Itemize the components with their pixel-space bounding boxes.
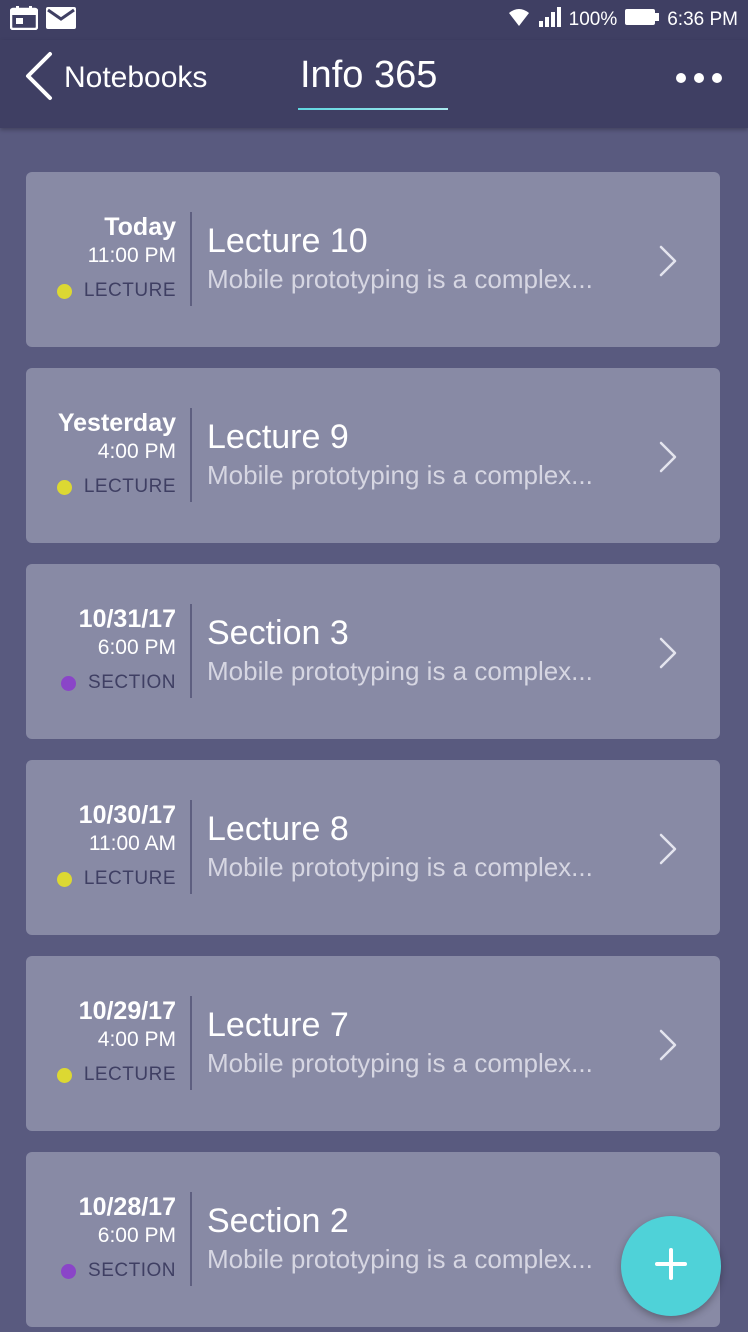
note-type-label: LECTURE — [83, 868, 176, 889]
chevron-right-icon — [658, 1028, 678, 1067]
note-title: Lecture 9 — [207, 418, 349, 456]
status-bar: 100% 6:36 PM — [0, 0, 748, 40]
note-time: 6:00 PM — [97, 1224, 176, 1247]
status-time: 6:36 PM — [667, 9, 738, 30]
note-card[interactable]: Today 11:00 PM LECTURE Lecture 10 Mobile… — [26, 172, 720, 347]
chevron-right-icon — [658, 832, 678, 871]
lecture-dot — [56, 871, 72, 887]
signal-icon — [538, 7, 561, 33]
battery-text: 100% — [568, 9, 618, 30]
note-type-label: LECTURE — [83, 1064, 176, 1085]
more-button[interactable] — [676, 68, 722, 88]
note-date: 10/31/17 — [78, 605, 176, 633]
note-date: 10/30/17 — [78, 801, 176, 829]
card-divider — [190, 604, 192, 698]
lecture-dot — [56, 479, 72, 495]
note-card[interactable]: 10/30/17 11:00 AM LECTURE Lecture 8 Mobi… — [26, 760, 720, 935]
note-date: 10/29/17 — [78, 997, 176, 1025]
note-meta: 10/28/17 6:00 PM SECTION — [26, 1192, 176, 1286]
note-content: Lecture 8 Mobile prototyping is a comple… — [207, 808, 647, 884]
app-header: Notebooks Info 365 — [0, 40, 748, 128]
note-type: SECTION — [26, 672, 176, 694]
lecture-dot — [56, 1067, 72, 1083]
note-type-label: SECTION — [88, 1260, 176, 1281]
mail-icon — [46, 6, 76, 34]
note-preview: Mobile prototyping is a complex... — [207, 656, 593, 686]
wifi-icon — [507, 7, 531, 33]
note-type: SECTION — [26, 1260, 176, 1282]
note-date: Today — [104, 213, 176, 241]
note-title: Lecture 7 — [207, 1006, 349, 1044]
battery-icon — [625, 8, 660, 32]
note-meta: Yesterday 4:00 PM LECTURE — [26, 408, 176, 502]
note-title: Section 2 — [207, 1202, 349, 1240]
add-note-button[interactable] — [621, 1216, 721, 1316]
chevron-right-icon — [658, 244, 678, 283]
note-date: 10/28/17 — [78, 1193, 176, 1221]
note-type-label: LECTURE — [83, 476, 176, 497]
note-meta: 10/29/17 4:00 PM LECTURE — [26, 996, 176, 1090]
plus-icon — [653, 1246, 689, 1287]
note-preview: Mobile prototyping is a complex... — [207, 852, 593, 882]
title-underline — [298, 108, 448, 110]
section-dot — [61, 1263, 77, 1279]
note-type: LECTURE — [26, 476, 176, 498]
note-card[interactable]: 10/28/17 6:00 PM SECTION Section 2 Mobil… — [26, 1152, 720, 1327]
note-preview: Mobile prototyping is a complex... — [207, 264, 593, 294]
more-icon-dot — [676, 73, 686, 83]
note-card[interactable]: 10/31/17 6:00 PM SECTION Section 3 Mobil… — [26, 564, 720, 739]
note-type: LECTURE — [26, 280, 176, 302]
note-content: Section 3 Mobile prototyping is a comple… — [207, 612, 647, 688]
card-divider — [190, 800, 192, 894]
note-time: 11:00 PM — [87, 244, 176, 267]
note-meta: Today 11:00 PM LECTURE — [26, 212, 176, 306]
note-content: Section 2 Mobile prototyping is a comple… — [207, 1200, 647, 1276]
note-content: Lecture 7 Mobile prototyping is a comple… — [207, 1004, 647, 1080]
note-type-label: LECTURE — [83, 280, 176, 301]
note-type: LECTURE — [26, 868, 176, 890]
note-preview: Mobile prototyping is a complex... — [207, 1244, 593, 1274]
note-content: Lecture 10 Mobile prototyping is a compl… — [207, 220, 647, 296]
note-type: LECTURE — [26, 1064, 176, 1086]
note-time: 4:00 PM — [97, 440, 176, 463]
note-meta: 10/31/17 6:00 PM SECTION — [26, 604, 176, 698]
note-title: Lecture 10 — [207, 222, 368, 260]
more-icon-dot — [694, 73, 704, 83]
note-preview: Mobile prototyping is a complex... — [207, 460, 593, 490]
note-content: Lecture 9 Mobile prototyping is a comple… — [207, 416, 647, 492]
status-right: 100% 6:36 PM — [507, 7, 738, 33]
chevron-right-icon — [658, 440, 678, 479]
note-card[interactable]: 10/29/17 4:00 PM LECTURE Lecture 7 Mobil… — [26, 956, 720, 1131]
status-left — [9, 5, 76, 35]
back-button[interactable]: Notebooks — [22, 50, 207, 106]
note-preview: Mobile prototyping is a complex... — [207, 1048, 593, 1078]
note-title: Section 3 — [207, 614, 349, 652]
note-time: 11:00 AM — [88, 832, 176, 855]
back-label: Notebooks — [64, 61, 208, 94]
note-title: Lecture 8 — [207, 810, 349, 848]
card-divider — [190, 408, 192, 502]
note-date: Yesterday — [57, 409, 176, 437]
chevron-left-icon — [22, 51, 54, 106]
note-meta: 10/30/17 11:00 AM LECTURE — [26, 800, 176, 894]
note-card[interactable]: Yesterday 4:00 PM LECTURE Lecture 9 Mobi… — [26, 368, 720, 543]
lecture-dot — [56, 283, 72, 299]
card-divider — [190, 212, 192, 306]
section-dot — [61, 675, 77, 691]
chevron-right-icon — [658, 636, 678, 675]
note-time: 4:00 PM — [97, 1028, 176, 1051]
card-divider — [190, 996, 192, 1090]
note-type-label: SECTION — [88, 672, 176, 693]
card-divider — [190, 1192, 192, 1286]
calendar-icon — [9, 5, 39, 35]
page-title: Info 365 — [300, 54, 438, 96]
note-time: 6:00 PM — [97, 636, 176, 659]
more-icon-dot — [712, 73, 722, 83]
